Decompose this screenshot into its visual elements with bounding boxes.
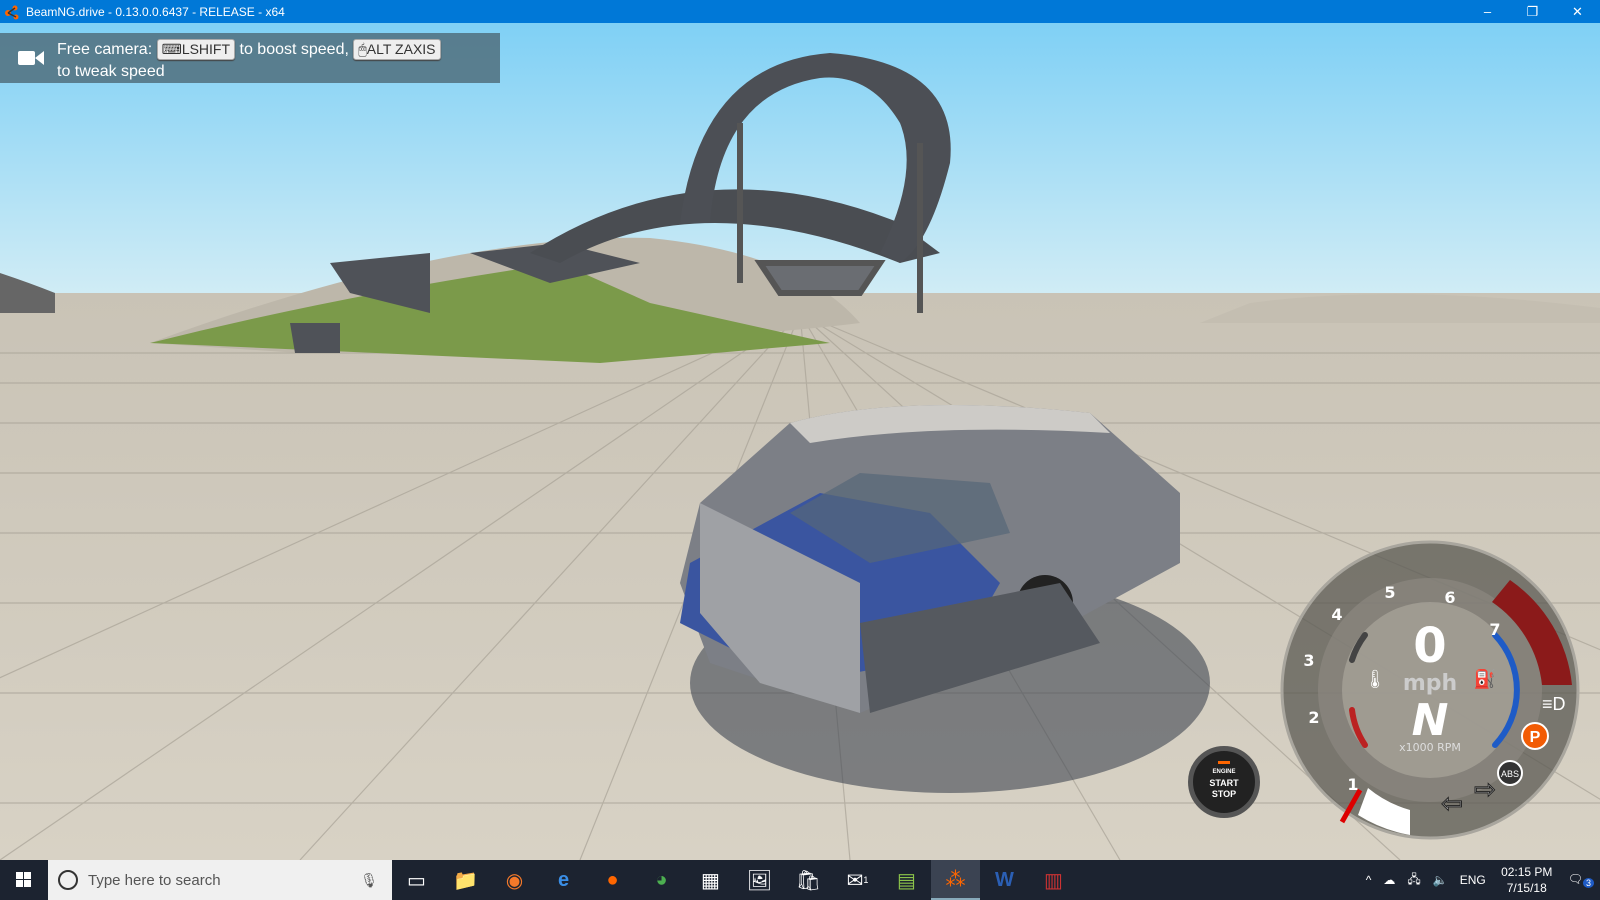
engine-indicator	[1218, 761, 1230, 764]
parking-brake-label: P	[1530, 729, 1541, 746]
network-icon[interactable]: 🖧	[1407, 870, 1420, 891]
taskbar: Type here to search 🎙 ▭ 📁 ◉ e ● ◕ ▦ 🖼 🛍 ✉…	[0, 860, 1600, 900]
sheets-icon[interactable]: ▤	[882, 860, 931, 900]
minimize-button[interactable]: –	[1465, 4, 1510, 20]
clock[interactable]: 02:15 PM 7/15/18	[1492, 864, 1562, 896]
rpm-tick: 6	[1444, 588, 1455, 607]
cortana-icon	[58, 870, 78, 890]
store-icon[interactable]: 🛍	[784, 860, 833, 900]
gear-indicator: N	[1412, 695, 1449, 746]
onedrive-icon[interactable]: ☁	[1383, 873, 1395, 887]
abs-label: ABS	[1501, 769, 1519, 779]
coolant-temp-icon: 🌡	[1364, 669, 1387, 689]
title-bar: BeamNG.drive - 0.13.0.0.6437 - RELEASE -…	[0, 0, 1600, 23]
microphone-icon[interactable]: 🎙	[360, 872, 378, 889]
speed-unit: mph	[1403, 671, 1457, 696]
notification-count: 3	[1582, 878, 1594, 889]
turn-signal-left-icon: ⇦	[1441, 788, 1463, 818]
rpm-tick: 5	[1384, 583, 1395, 602]
rpm-tick: 3	[1303, 651, 1314, 670]
blender-icon[interactable]: ◉	[490, 860, 539, 900]
time: 02:15 PM	[1501, 865, 1553, 879]
rpm-label: x1000 RPM	[1399, 741, 1461, 754]
beamng-logo-icon	[5, 5, 19, 19]
mouse-key-badge: 🖱ALT ZAXIS	[353, 39, 441, 60]
dashboard-gauge: 1 2 3 4 5 6 7 0 mph N x1000 RPM 🌡 ⛽ ≡D P…	[1280, 540, 1580, 840]
windows-icon	[16, 872, 31, 887]
task-view-icon[interactable]: ▭	[392, 860, 441, 900]
date: 7/15/18	[1506, 881, 1547, 895]
window-title: BeamNG.drive - 0.13.0.0.6437 - RELEASE -…	[26, 4, 285, 19]
notifications-icon[interactable]: 🗨 3	[1568, 872, 1594, 889]
rpm-tick: 7	[1489, 620, 1500, 639]
keyboard-key-badge: ⌨LSHIFT	[156, 39, 236, 60]
mail-icon[interactable]: ✉ 1	[833, 860, 882, 900]
close-button[interactable]: ✕	[1555, 4, 1600, 20]
winrar-icon[interactable]: ▥	[1029, 860, 1078, 900]
speed-value: 0	[1413, 618, 1446, 674]
headlight-icon: ≡D	[1542, 694, 1566, 714]
edge-icon[interactable]: e	[539, 860, 588, 900]
mail-badge: 1	[863, 875, 869, 885]
file-explorer-icon[interactable]: 📁	[441, 860, 490, 900]
language-indicator[interactable]: ENG	[1460, 873, 1486, 887]
search-placeholder: Type here to search	[88, 871, 221, 889]
turn-signal-right-icon: ⇨	[1474, 774, 1496, 804]
rpm-tick: 2	[1308, 708, 1319, 727]
rpm-tick: 1	[1347, 775, 1358, 794]
engine-start-stop-button[interactable]: ENGINE START STOP	[1188, 746, 1260, 818]
system-tray: ^ ☁ 🖧 🔈 ENG 02:15 PM 7/15/18 🗨 3	[1360, 860, 1600, 900]
key-lshift: LSHIFT	[181, 41, 231, 57]
engine-label: ENGINE	[1212, 769, 1236, 775]
calculator-icon[interactable]: ▦	[686, 860, 735, 900]
word-icon[interactable]: W	[980, 860, 1029, 900]
chrome-icon[interactable]: ◕	[637, 860, 686, 900]
stop-label: STOP	[1211, 789, 1237, 799]
firefox-icon[interactable]: ●	[588, 860, 637, 900]
key-alt-zaxis: ALT ZAXIS	[366, 41, 436, 57]
hint-middle: to boost speed,	[239, 41, 349, 58]
start-label: START	[1209, 778, 1239, 788]
free-camera-hint: Free camera: ⌨LSHIFT to boost speed, 🖱AL…	[0, 33, 500, 83]
restore-button[interactable]: ❐	[1510, 4, 1555, 20]
start-button[interactable]	[0, 860, 48, 900]
camera-icon	[18, 51, 44, 65]
volume-icon[interactable]: 🔈	[1433, 873, 1448, 887]
search-box[interactable]: Type here to search 🎙	[48, 860, 392, 900]
chevron-up-icon[interactable]: ^	[1366, 873, 1372, 887]
rpm-tick: 4	[1331, 605, 1342, 624]
photos-icon[interactable]: 🖼	[735, 860, 784, 900]
hint-suffix: to tweak speed	[57, 63, 165, 80]
fuel-icon: ⛽	[1474, 668, 1496, 689]
beamng-taskbar-icon[interactable]: ⁂	[931, 860, 980, 900]
hint-prefix: Free camera:	[57, 41, 153, 58]
